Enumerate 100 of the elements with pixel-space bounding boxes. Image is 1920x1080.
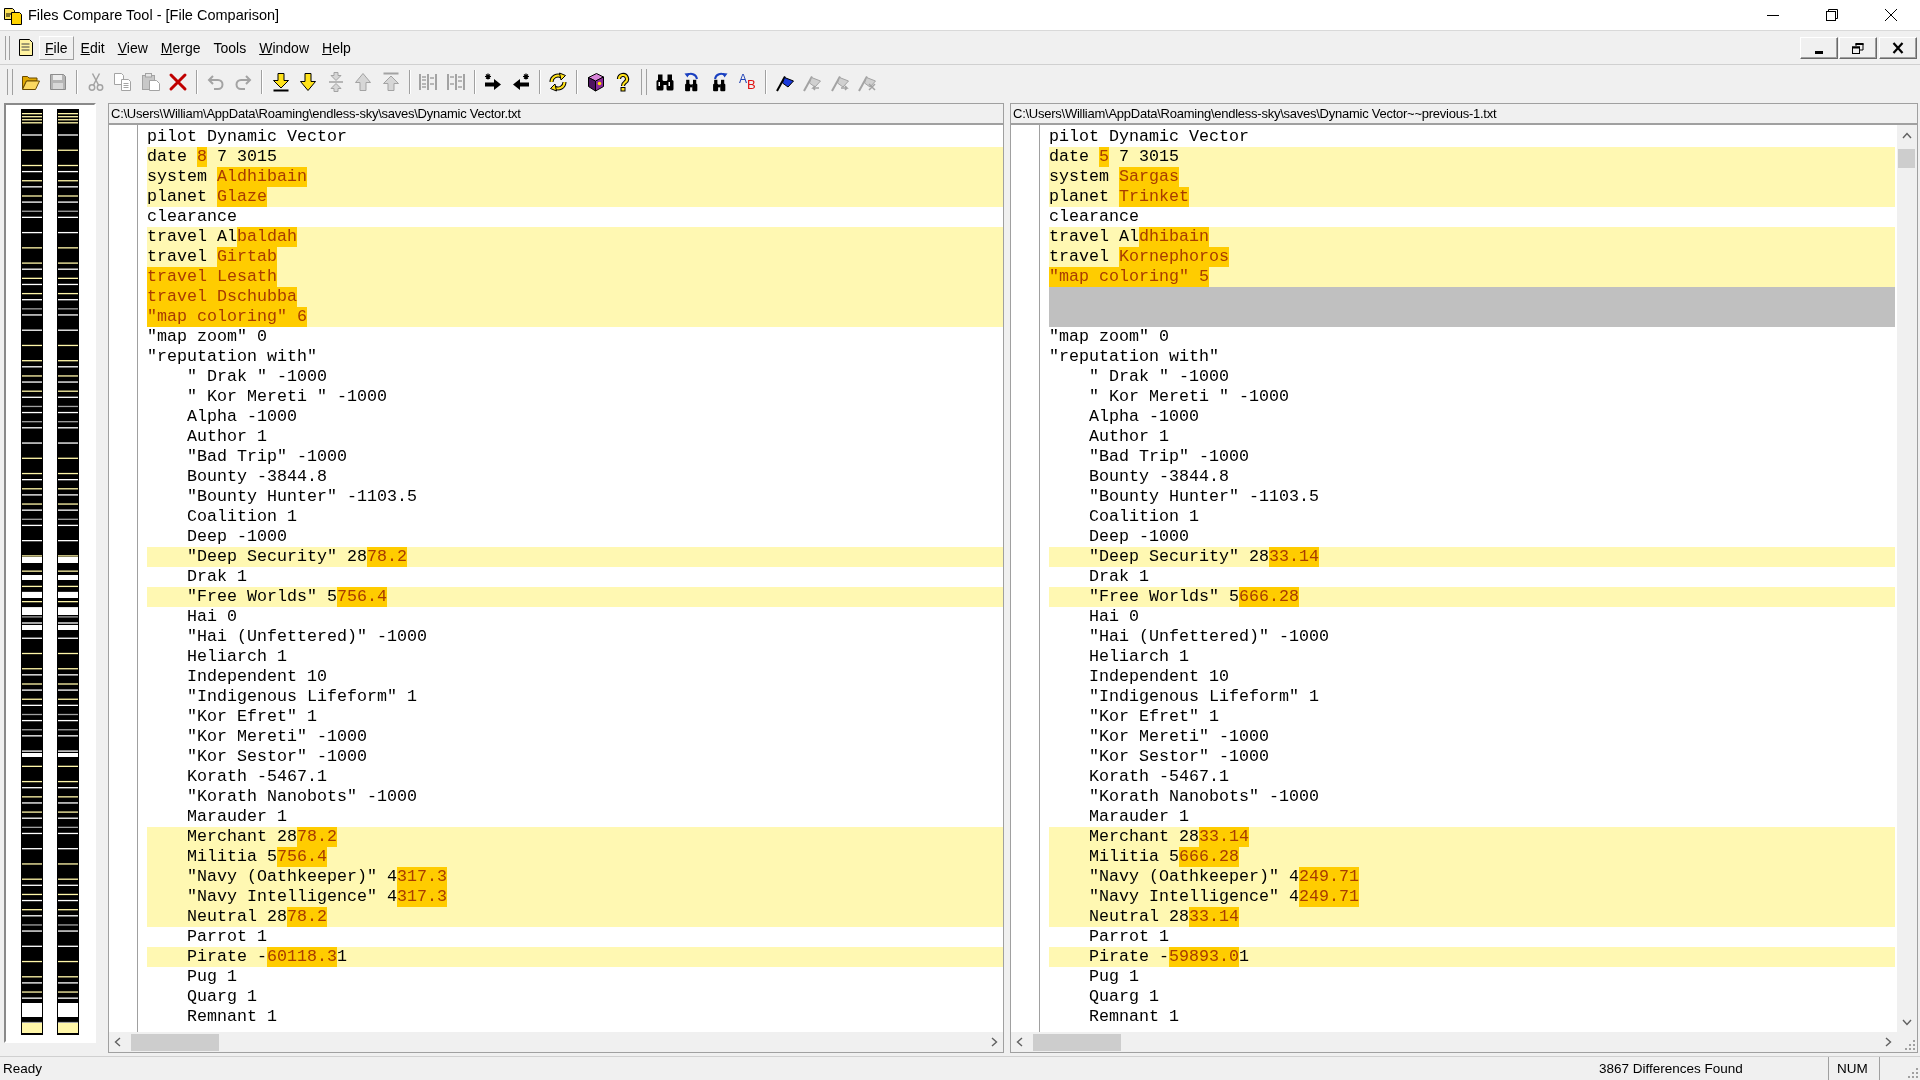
file-path: C:\Users\William\AppData\Roaming\endless-sky\saves\Dynamic Vector.txt [111,106,521,121]
status-message: Ready [3,1061,43,1076]
menu-item[interactable]: Help [316,35,357,60]
code-line: Heliarch 1 [1089,647,1189,667]
app-icon [4,5,23,25]
code-line: Korath -5467.1 [1089,767,1229,787]
code-line: "Bounty Hunter" -1103.5 [1089,487,1319,507]
code-line: pilot Dynamic Vector [1049,127,1249,147]
code-line: Quarg 1 [187,987,257,1007]
code-line: Militia 5666.28 [1089,847,1239,867]
minimize-icon [1766,14,1779,16]
code-line: Deep -1000 [187,527,287,547]
code-line: Parrot 1 [187,927,267,947]
code-line: Independent 10 [187,667,327,687]
code-line: "Kor Efret" 1 [187,707,317,727]
resize-grip-icon[interactable] [1904,1039,1915,1050]
code-line: Hai 0 [1089,607,1139,627]
code-line: Alpha -1000 [1089,407,1199,427]
code-line: Alpha -1000 [187,407,297,427]
code-line: date 5 7 3015 [1049,147,1179,167]
code-line: Militia 5756.4 [187,847,327,867]
horizontal-scrollbar[interactable] [109,1032,1003,1052]
code-line: "reputation with" [147,347,317,367]
differences-count: 3867 Differences Found [1599,1061,1743,1076]
menu-item[interactable]: Edit [74,35,111,60]
letters-button[interactable]: AB [733,68,761,96]
code-line: Pug 1 [187,967,237,987]
arrow-down-bar-icon[interactable] [270,72,291,92]
scrollbar-thumb[interactable] [1898,149,1915,168]
cross-icon[interactable] [168,72,189,92]
resize-grip-icon[interactable] [1907,1067,1918,1078]
file-path: C:\Users\William\AppData\Roaming\endless-sky\saves\Dynamic Vector~~previous-1.txt [1013,106,1497,121]
code-line: travel Albaldah [147,227,297,247]
code-line: clearance [1049,207,1139,227]
menu-item[interactable]: View [111,35,154,60]
code-line: "Korath Nanobots" -1000 [187,787,417,807]
code-line: "map zoom" 0 [1049,327,1169,347]
code-line: Neutral 2833.14 [1089,907,1239,927]
code-line: "Free Worlds" 5756.4 [187,587,387,607]
minimize-document-button[interactable] [1800,36,1838,59]
menu-item[interactable]: Window [253,35,316,60]
arrow-down-icon[interactable] [298,72,319,92]
num-lock-indicator: NUM [1837,1061,1868,1076]
code-line: "Hai (Unfettered)" -1000 [1089,627,1329,647]
code-line: pilot Dynamic Vector [147,127,347,147]
code-line: "Free Worlds" 5666.28 [1089,587,1299,607]
code-line: Merchant 2878.2 [187,827,337,847]
chevron-right-icon[interactable] [991,1037,998,1047]
window-title: Files Compare Tool - [File Comparison] [28,7,280,23]
code-line: "Bounty Hunter" -1103.5 [187,487,417,507]
arrow-right-star-icon[interactable] [483,72,504,92]
menu-item[interactable]: File [39,35,74,60]
menu-item[interactable]: Tools [207,35,253,60]
code-line: date 8 7 3015 [147,147,277,167]
code-line: Independent 10 [1089,667,1229,687]
chevron-left-icon[interactable] [1016,1037,1023,1047]
code-line: Author 1 [187,427,267,447]
code-line: Deep -1000 [1089,527,1189,547]
scrollbar-thumb[interactable] [131,1033,219,1051]
close-document-button[interactable] [1879,36,1917,59]
code-line: Author 1 [1089,427,1169,447]
code-line: Heliarch 1 [187,647,287,667]
code-line: " Drak " -1000 [1089,367,1229,387]
code-line: "Kor Efret" 1 [1089,707,1219,727]
code-line: "Indigenous Lifeform" 1 [1089,687,1319,707]
chevron-up-icon[interactable] [1902,131,1912,139]
chevron-right-icon[interactable] [1885,1037,1892,1047]
binoculars-icon[interactable] [654,72,675,92]
code-line: Bounty -3844.8 [1089,467,1229,487]
chevron-down-icon[interactable] [1902,1018,1912,1026]
code-line: " Drak " -1000 [187,367,327,387]
code-line: Marauder 1 [1089,807,1189,827]
code-line: Korath -5467.1 [187,767,327,787]
code-line: planet Trinket [1049,187,1189,207]
book-icon[interactable] [585,72,606,92]
code-line: travel Kornephoros [1049,247,1229,267]
arrow-left-star-icon[interactable] [510,72,531,92]
chevron-left-icon[interactable] [114,1037,121,1047]
minimize-icon [1815,50,1823,54]
refresh-arrows-icon[interactable] [548,72,569,92]
code-line: Neutral 2878.2 [187,907,327,927]
restore-document-button[interactable] [1839,36,1877,59]
code-line: Quarg 1 [1089,987,1159,1007]
code-line: "Kor Mereti" -1000 [1089,727,1269,747]
code-line: Coalition 1 [187,507,297,527]
menu-item[interactable]: Merge [154,35,207,60]
code-line: "Indigenous Lifeform" 1 [187,687,417,707]
code-line: "Deep Security" 2878.2 [187,547,407,567]
code-line: "Bad Trip" -1000 [187,447,347,467]
code-line: Pug 1 [1089,967,1139,987]
code-line: "Kor Mereti" -1000 [187,727,367,747]
horizontal-scrollbar[interactable] [1011,1032,1897,1052]
code-line: Drak 1 [1089,567,1149,587]
vertical-scrollbar[interactable] [1897,125,1917,1032]
code-line: "Deep Security" 2833.14 [1089,547,1319,567]
code-line: Remnant 1 [187,1007,277,1027]
code-line: system Aldhibain [147,167,307,187]
scrollbar-thumb[interactable] [1033,1033,1121,1051]
code-line: "reputation with" [1049,347,1219,367]
code-line: travel Aldhibain [1049,227,1209,247]
